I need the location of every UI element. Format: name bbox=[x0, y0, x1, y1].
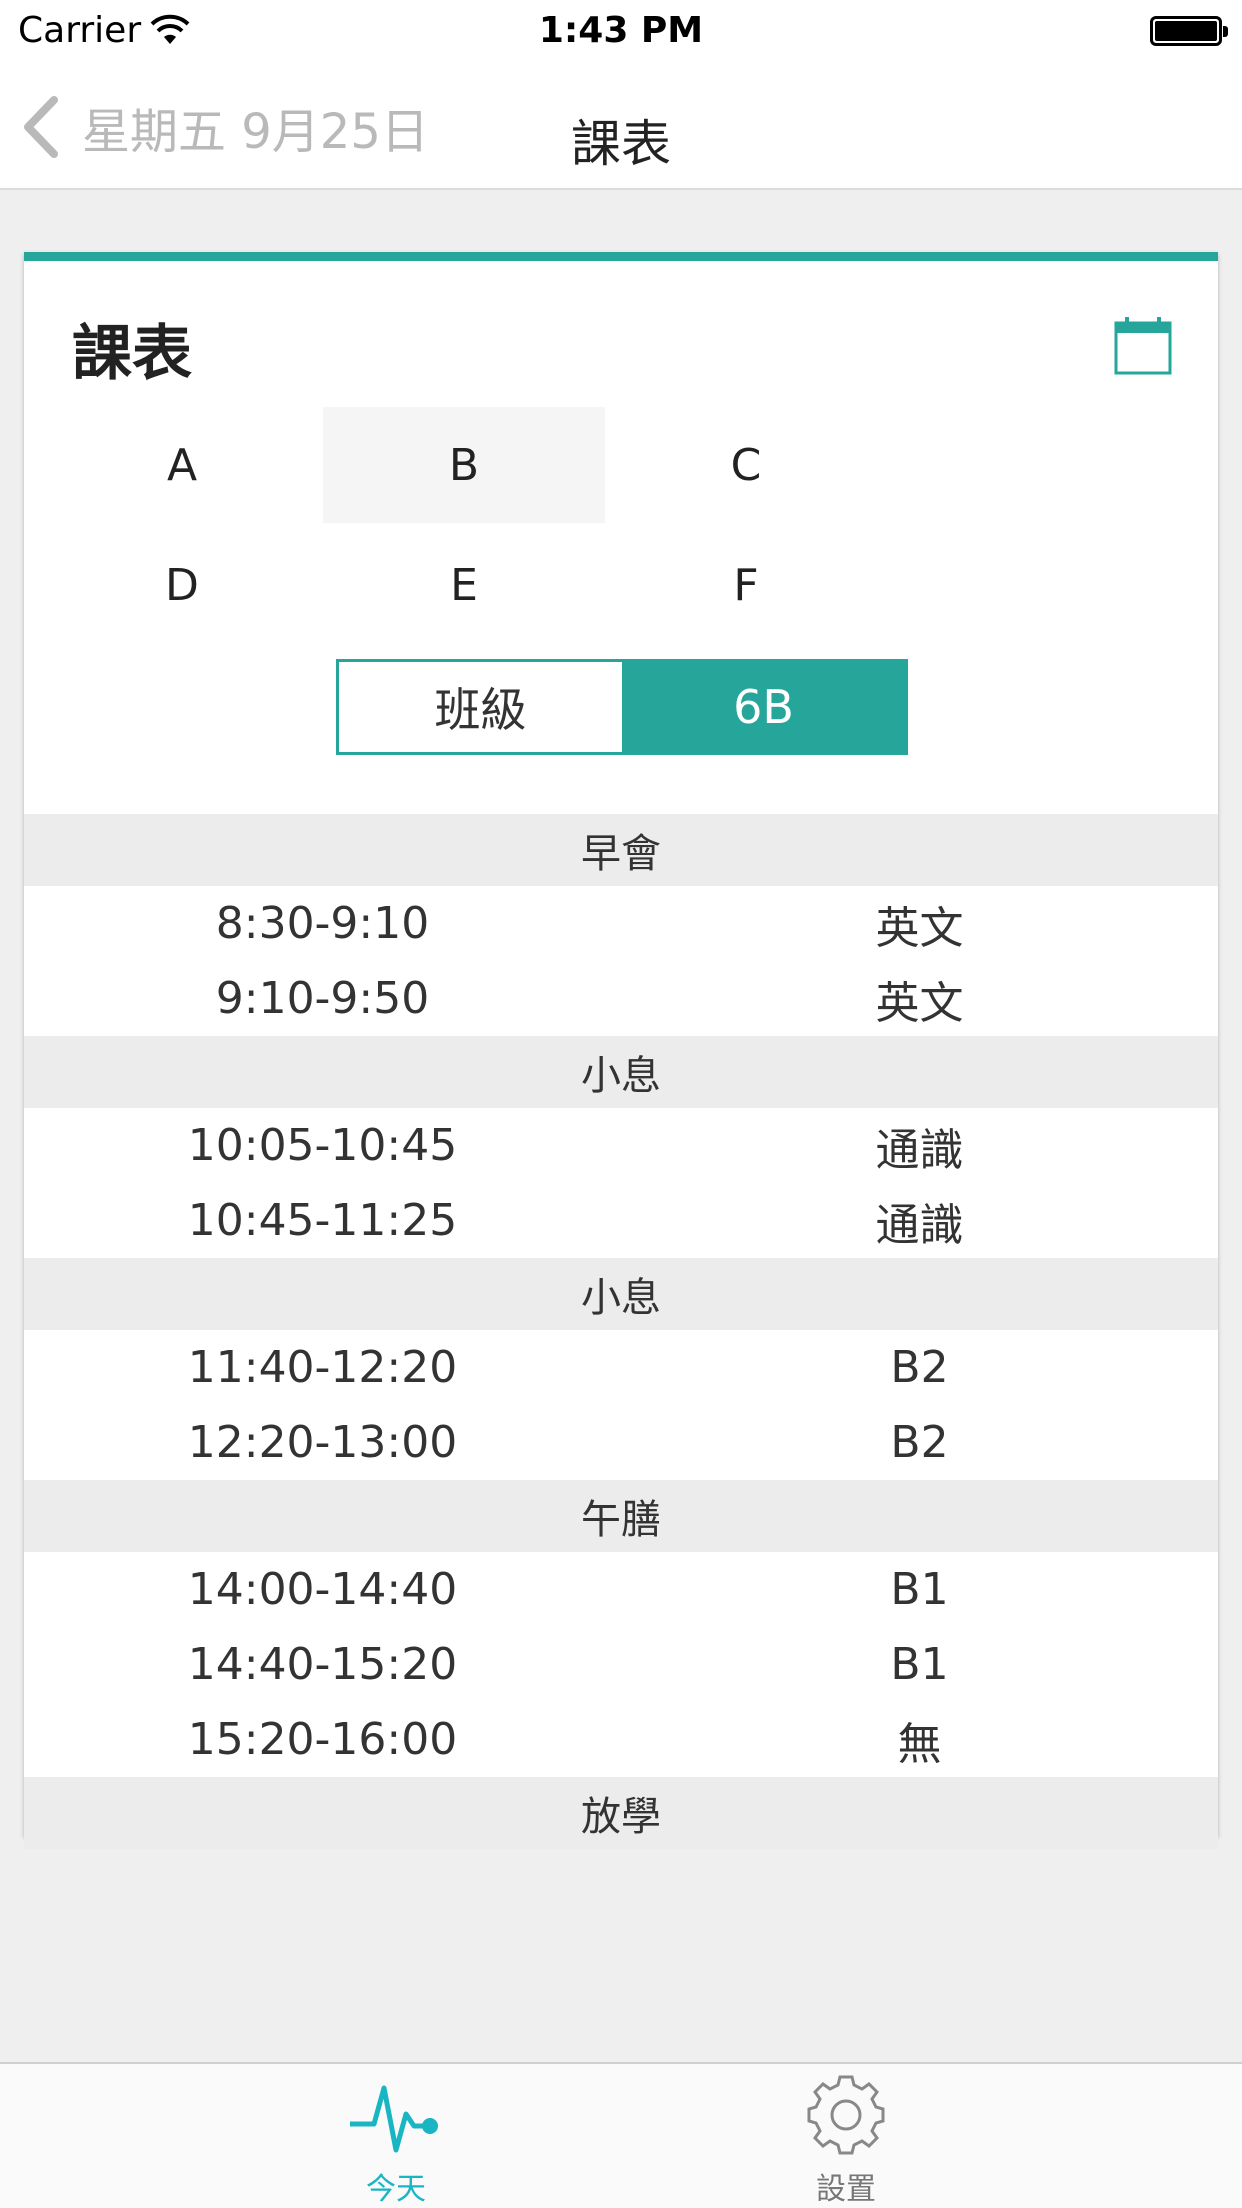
lesson-group: 10:05-10:45 通識 10:45-11:25 通識 bbox=[24, 1108, 1218, 1258]
lesson-time: 10:05-10:45 bbox=[187, 1120, 458, 1171]
lesson-time: 15:20-16:00 bbox=[187, 1714, 458, 1765]
class-segment-control[interactable]: 班級 6B bbox=[336, 659, 908, 755]
grade-option-d[interactable]: D bbox=[41, 527, 323, 643]
lesson-row: 14:00-14:40 B1 bbox=[24, 1552, 1218, 1627]
break-row: 小息 bbox=[24, 1036, 1218, 1108]
lesson-subject: B1 bbox=[890, 1639, 949, 1690]
tab-bar: 今天 設置 bbox=[0, 2062, 1242, 2208]
lesson-subject: 通識 bbox=[875, 1199, 964, 1251]
segment-class-label[interactable]: 班級 bbox=[339, 662, 622, 752]
lesson-subject: 無 bbox=[897, 1718, 942, 1770]
lesson-row: 10:45-11:25 通識 bbox=[24, 1183, 1218, 1258]
page-title: 課表 bbox=[571, 115, 671, 173]
grade-option-b[interactable]: B bbox=[323, 407, 605, 523]
lesson-time: 8:30-9:10 bbox=[215, 898, 430, 949]
lesson-subject: B1 bbox=[890, 1564, 949, 1615]
lesson-subject: B2 bbox=[890, 1342, 949, 1393]
lesson-subject: 通識 bbox=[875, 1124, 964, 1176]
lesson-time: 10:45-11:25 bbox=[187, 1195, 458, 1246]
lesson-row: 14:40-15:20 B1 bbox=[24, 1627, 1218, 1702]
lesson-row: 10:05-10:45 通識 bbox=[24, 1108, 1218, 1183]
schedule-list: 早會 8:30-9:10 英文 9:10-9:50 英文 小息 10:05-10:45 通識 1… bbox=[24, 814, 1218, 1849]
lesson-time: 12:20-13:00 bbox=[187, 1417, 458, 1468]
calendar-icon[interactable] bbox=[1114, 317, 1172, 375]
grade-option-a[interactable]: A bbox=[41, 407, 323, 523]
segment-class-value[interactable]: 6B bbox=[622, 662, 905, 752]
lesson-row: 15:20-16:00 無 bbox=[24, 1702, 1218, 1777]
lesson-subject: B2 bbox=[890, 1417, 949, 1468]
status-bar: Carrier 1:43 PM bbox=[0, 0, 1242, 60]
lesson-group: 11:40-12:20 B2 12:20-13:00 B2 bbox=[24, 1330, 1218, 1480]
break-row: 午膳 bbox=[24, 1480, 1218, 1552]
grade-option-f[interactable]: F bbox=[605, 527, 887, 643]
lesson-row: 11:40-12:20 B2 bbox=[24, 1330, 1218, 1405]
lesson-group: 14:00-14:40 B1 14:40-15:20 B1 15:20-16:00 無 bbox=[24, 1552, 1218, 1777]
lesson-time: 11:40-12:20 bbox=[187, 1342, 458, 1393]
break-row: 早會 bbox=[24, 814, 1218, 886]
lesson-time: 9:10-9:50 bbox=[215, 973, 430, 1024]
lesson-subject: 英文 bbox=[875, 902, 964, 954]
tab-today[interactable]: 今天 bbox=[296, 2074, 496, 2208]
tab-today-label: 今天 bbox=[366, 2172, 426, 2207]
lesson-row: 12:20-13:00 B2 bbox=[24, 1405, 1218, 1480]
lesson-time: 14:00-14:40 bbox=[187, 1564, 458, 1615]
lesson-subject: 英文 bbox=[875, 977, 964, 1029]
lesson-row: 8:30-9:10 英文 bbox=[24, 886, 1218, 961]
lesson-row: 9:10-9:50 英文 bbox=[24, 961, 1218, 1036]
grade-option-c[interactable]: C bbox=[605, 407, 887, 523]
lesson-time: 14:40-15:20 bbox=[187, 1639, 458, 1690]
grade-option-e[interactable]: E bbox=[323, 527, 605, 643]
card-title: 課表 bbox=[72, 319, 192, 389]
timetable-card: 課表 ABC DEF 班級 6B 早會 8:30-9:10 英文 9:10-9:50 英文… bbox=[24, 252, 1218, 1849]
tab-settings-label: 設置 bbox=[816, 2172, 876, 2207]
gear-icon bbox=[807, 2075, 885, 2155]
pulse-icon bbox=[350, 2085, 438, 2153]
status-time: 1:43 PM bbox=[538, 10, 704, 51]
break-row: 小息 bbox=[24, 1258, 1218, 1330]
lesson-group: 8:30-9:10 英文 9:10-9:50 英文 bbox=[24, 886, 1218, 1036]
battery-icon bbox=[1150, 16, 1228, 46]
tab-settings[interactable]: 設置 bbox=[746, 2074, 946, 2208]
navigation-bar: 星期五 9月25日 課表 bbox=[0, 60, 1242, 190]
break-row: 放學 bbox=[24, 1777, 1218, 1849]
